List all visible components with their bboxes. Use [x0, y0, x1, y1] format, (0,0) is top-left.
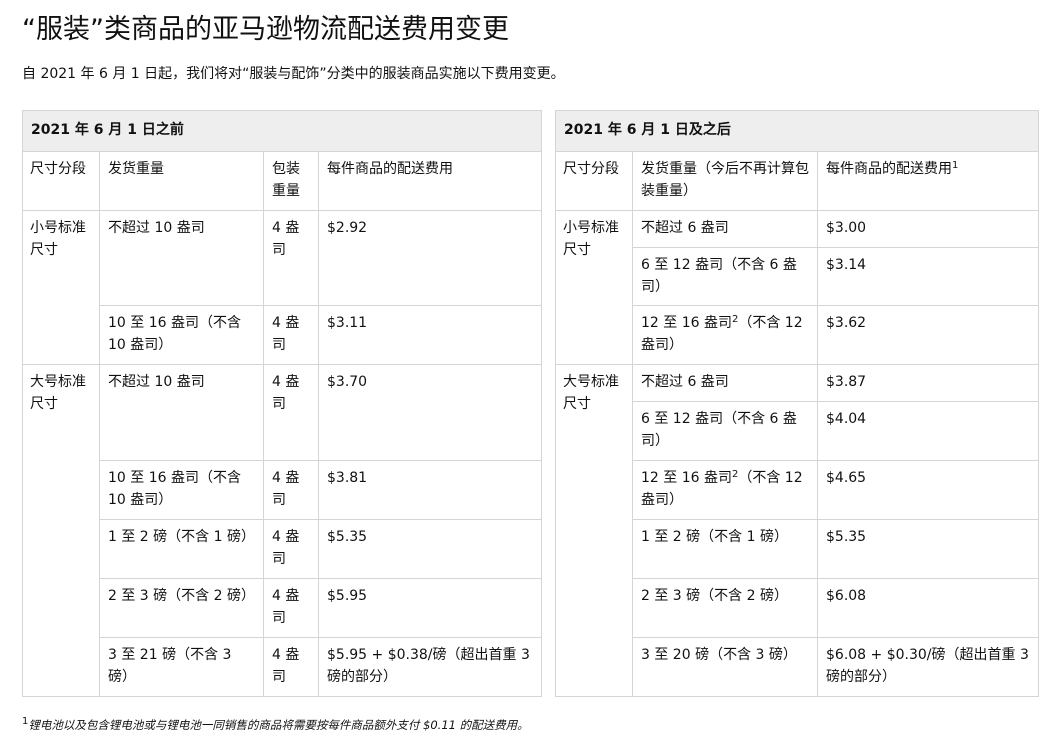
before-pack-cell: 4 盎司 [263, 637, 319, 697]
after-fee-cell: $4.65 [816, 460, 1040, 520]
after-col-weight: 发货重量（今后不再计算包装重量） [632, 151, 818, 211]
before-weight-cell: 10 至 16 盎司（不含 10 盎司） [99, 305, 264, 365]
before-pack-cell: 4 盎司 [263, 578, 319, 638]
footnote-ref: 1 [952, 160, 959, 171]
footnote-text: 锂电池以及包含锂电池或与锂电池一同销售的商品将需要按每件商品额外支付 $0.11… [28, 718, 529, 732]
page-title: “服装”类商品的亚马逊物流配送费用变更 [22, 14, 509, 45]
after-weight-cell: 12 至 16 盎司2（不含 12 盎司） [632, 460, 818, 520]
intro-text: 自 2021 年 6 月 1 日起，我们将对“服装与配饰”分类中的服装商品实施以… [22, 66, 565, 82]
after-fee-cell: $6.08 [816, 578, 1040, 638]
table-row: 1 至 2 磅（不含 1 磅） 4 盎司 $5.35 [23, 519, 543, 579]
after-table-header: 2021 年 6 月 1 日及之后 [554, 110, 1040, 152]
after-fee-cell: $3.62 [816, 305, 1040, 365]
after-fee-cell: $4.04 [816, 401, 1040, 461]
table-row: 大号标准尺寸 不超过 6 盎司 $3.87 [555, 364, 1040, 697]
after-weight-text: 12 至 16 盎司 [641, 315, 732, 331]
before-fee-cell: $5.95 + $0.38/磅（超出首重 3 磅的部分） [317, 637, 543, 697]
before-fee-table: 2021 年 6 月 1 日之前 尺寸分段 发货重量 包装重量 每件商品的配送费… [21, 110, 543, 697]
after-weight-cell: 2 至 3 磅（不含 2 磅） [632, 578, 818, 638]
before-table-header: 2021 年 6 月 1 日之前 [21, 110, 543, 152]
after-fee-cell: $3.00 [816, 210, 1040, 248]
table-row: 2 至 3 磅（不含 2 磅） 4 盎司 $5.95 [23, 578, 543, 638]
after-weight-cell: 6 至 12 盎司（不含 6 盎司） [632, 401, 818, 461]
table-row: 10 至 16 盎司（不含 10 盎司） 4 盎司 $3.81 [23, 460, 543, 520]
after-weight-text: 12 至 16 盎司 [641, 470, 732, 486]
before-weight-cell: 不超过 10 盎司 [99, 210, 264, 306]
before-fee-cell: $2.92 [317, 210, 543, 306]
before-weight-cell: 3 至 21 磅（不含 3 磅） [99, 637, 264, 697]
before-large-tier: 大号标准尺寸 [22, 364, 100, 697]
before-small-tier: 小号标准尺寸 [22, 210, 100, 365]
table-row: 大号标准尺寸 不超过 10 盎司 4 盎司 $3.70 [22, 364, 543, 697]
before-weight-cell: 10 至 16 盎司（不含 10 盎司） [99, 460, 264, 520]
after-col-size: 尺寸分段 [555, 151, 633, 211]
after-fee-table: 2021 年 6 月 1 日及之后 尺寸分段 发货重量（今后不再计算包装重量） … [554, 110, 1040, 697]
before-col-size: 尺寸分段 [22, 151, 100, 211]
before-pack-cell: 4 盎司 [263, 210, 319, 306]
after-fee-cell: $5.35 [816, 519, 1040, 579]
fee-change-page: “服装”类商品的亚马逊物流配送费用变更 自 2021 年 6 月 1 日起，我们… [0, 0, 1061, 744]
table-row: 10 至 16 盎司（不含 10 盎司） 4 盎司 $3.11 [23, 305, 543, 365]
before-fee-cell: $5.35 [317, 519, 543, 579]
after-fee-cell: $3.14 [816, 247, 1040, 306]
table-row: 小号标准尺寸 不超过 10 盎司 4 盎司 $2.92 [22, 210, 543, 365]
before-fee-cell: $3.11 [317, 305, 543, 365]
after-weight-cell: 12 至 16 盎司2（不含 12 盎司） [632, 305, 818, 365]
before-pack-cell: 4 盎司 [263, 305, 319, 365]
before-pack-cell: 4 盎司 [263, 519, 319, 579]
table-row: 3 至 21 磅（不含 3 磅） 4 盎司 $5.95 + $0.38/磅（超出… [23, 637, 543, 697]
after-col-fee-label: 每件商品的配送费用 [826, 161, 952, 177]
after-weight-cell: 不超过 6 盎司 [632, 364, 818, 402]
before-pack-cell: 4 盎司 [263, 460, 319, 520]
table-row: 小号标准尺寸 不超过 6 盎司 $3.00 [555, 210, 1040, 365]
footnote: 1锂电池以及包含锂电池或与锂电池一同销售的商品将需要按每件商品额外支付 $0.1… [22, 714, 529, 736]
before-fee-cell: $3.70 [317, 364, 543, 461]
after-fee-cell: $3.87 [816, 364, 1040, 402]
after-fee-cell: $6.08 + $0.30/磅（超出首重 3 磅的部分） [816, 637, 1040, 697]
after-weight-cell: 3 至 20 磅（不含 3 磅） [632, 637, 818, 697]
after-small-tier: 小号标准尺寸 [555, 210, 633, 365]
before-col-weight: 发货重量 [99, 151, 264, 211]
before-weight-cell: 2 至 3 磅（不含 2 磅） [99, 578, 264, 638]
before-pack-cell: 4 盎司 [263, 364, 319, 461]
after-col-fee: 每件商品的配送费用1 [816, 151, 1040, 211]
after-weight-cell: 6 至 12 盎司（不含 6 盎司） [632, 247, 818, 306]
before-fee-cell: $5.95 [317, 578, 543, 638]
after-weight-cell: 不超过 6 盎司 [632, 210, 818, 248]
before-weight-cell: 1 至 2 磅（不含 1 磅） [99, 519, 264, 579]
before-weight-cell: 不超过 10 盎司 [99, 364, 264, 461]
after-large-tier: 大号标准尺寸 [555, 364, 633, 697]
before-col-fee: 每件商品的配送费用 [317, 151, 543, 211]
before-fee-cell: $3.81 [317, 460, 543, 520]
before-col-pack: 包装重量 [263, 151, 319, 211]
after-weight-cell: 1 至 2 磅（不含 1 磅） [632, 519, 818, 579]
